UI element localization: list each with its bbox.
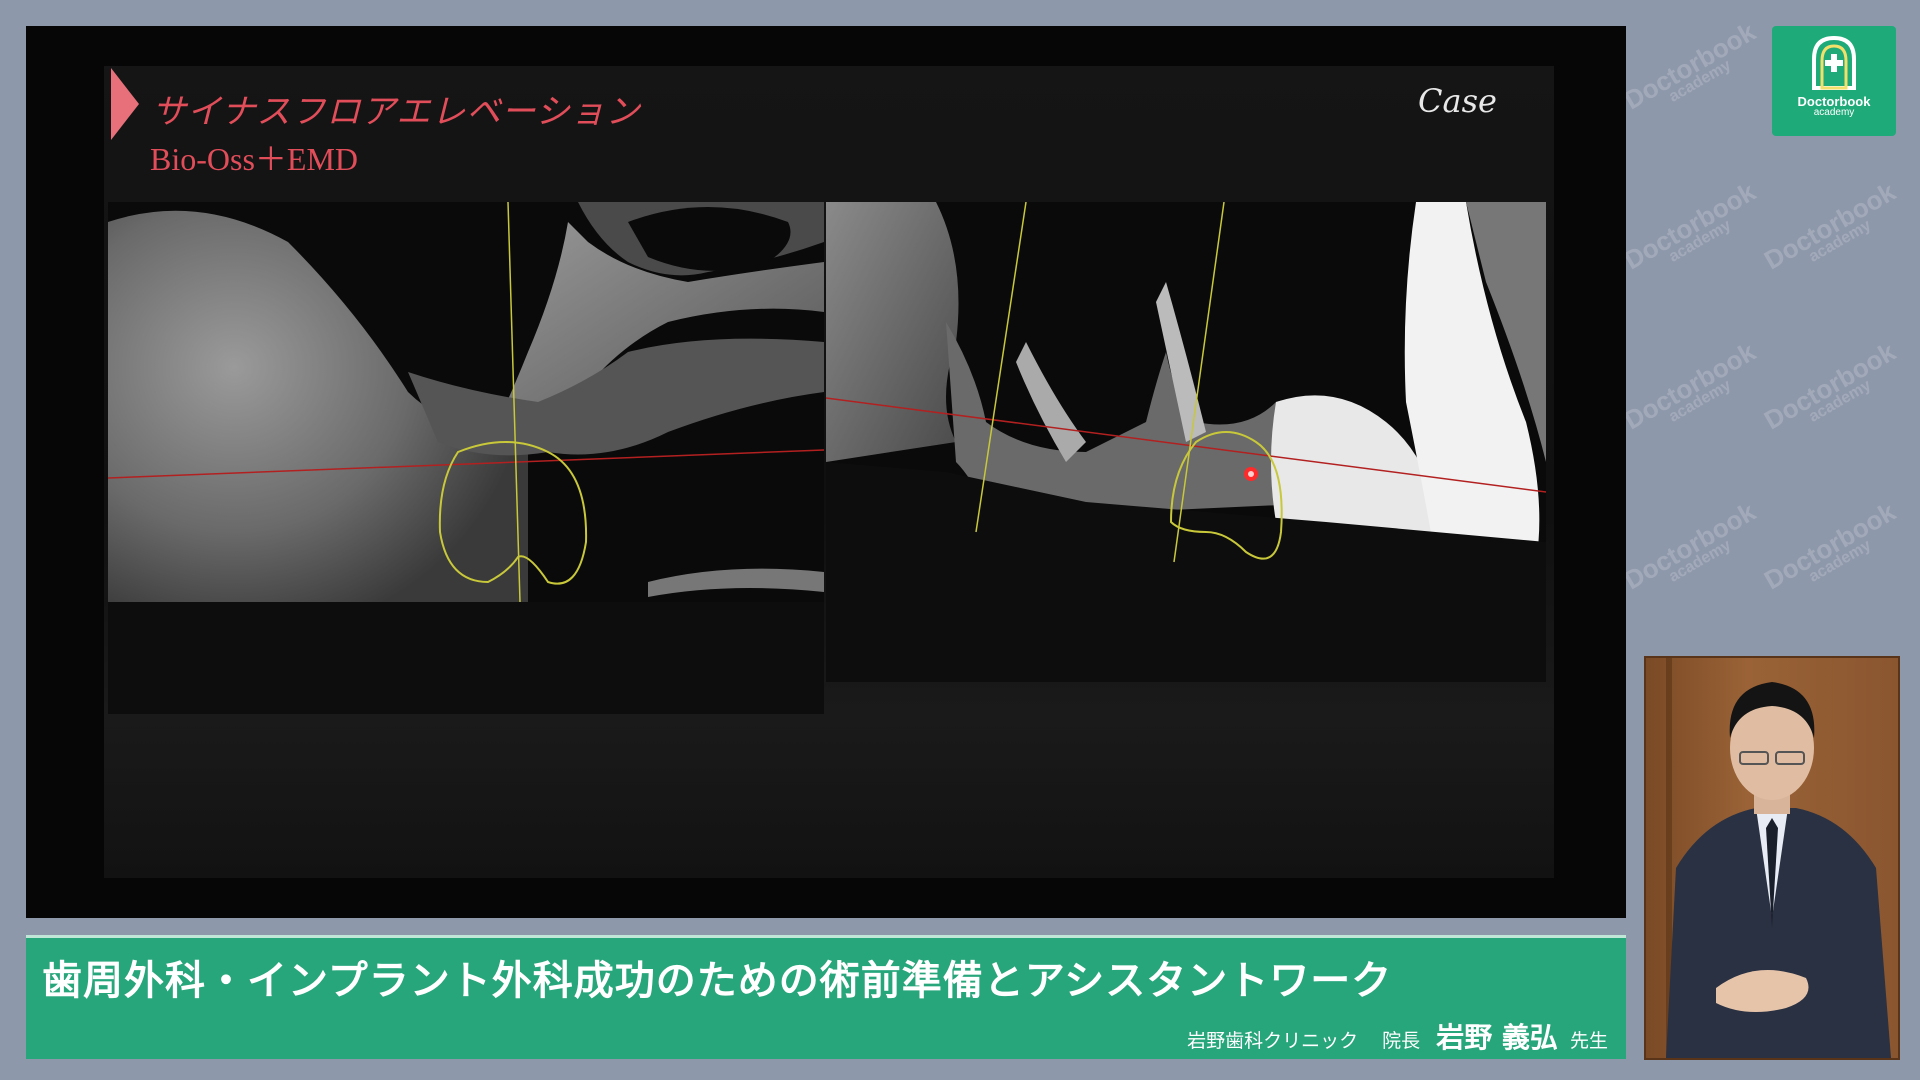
- ct-scan-left: [108, 202, 824, 714]
- doctorbook-arch-icon: [1812, 35, 1856, 90]
- clinic-name: 岩野歯科クリニック: [1187, 1030, 1359, 1052]
- title-marker-icon: [111, 68, 139, 140]
- presentation-slide: サイナスフロアエレベーション Bio-Oss＋EMD Case: [26, 26, 1626, 918]
- presenter-name: 岩野 義弘: [1436, 1021, 1558, 1054]
- lecture-title-banner: 歯周外科・インプラント外科成功のための術前準備とアシスタントワーク 岩野歯科クリ…: [26, 935, 1626, 1059]
- watermark: Doctorbook academy: [1759, 496, 1907, 606]
- watermark: Doctorbook academy: [1619, 176, 1767, 286]
- watermark: Doctorbook academy: [1759, 176, 1907, 286]
- ct-scan-right: [826, 202, 1546, 682]
- watermark: Doctorbook academy: [1759, 336, 1907, 446]
- presenter-figure: [1666, 658, 1891, 1058]
- presenter-role: 院長: [1382, 1030, 1421, 1052]
- logo-sub: academy: [1813, 107, 1855, 118]
- slide-subtitle: Bio-Oss＋EMD: [150, 141, 359, 177]
- presenter-video: [1644, 656, 1900, 1060]
- lecture-title: 歯周外科・インプラント外科成功のための術前準備とアシスタントワーク: [42, 958, 1393, 1004]
- watermark: Doctorbook academy: [1619, 336, 1767, 446]
- presenter-honorific: 先生: [1569, 1030, 1608, 1052]
- doctorbook-logo: Doctorbook academy: [1772, 26, 1896, 136]
- watermark: Doctorbook academy: [1619, 16, 1767, 126]
- presenter-credit: 岩野歯科クリニック 院長 岩野 義弘 先生: [1187, 1016, 1608, 1056]
- slide-title: サイナスフロアエレベーション: [152, 94, 641, 131]
- watermark: Doctorbook academy: [1619, 496, 1767, 606]
- case-label: Case: [1418, 82, 1497, 120]
